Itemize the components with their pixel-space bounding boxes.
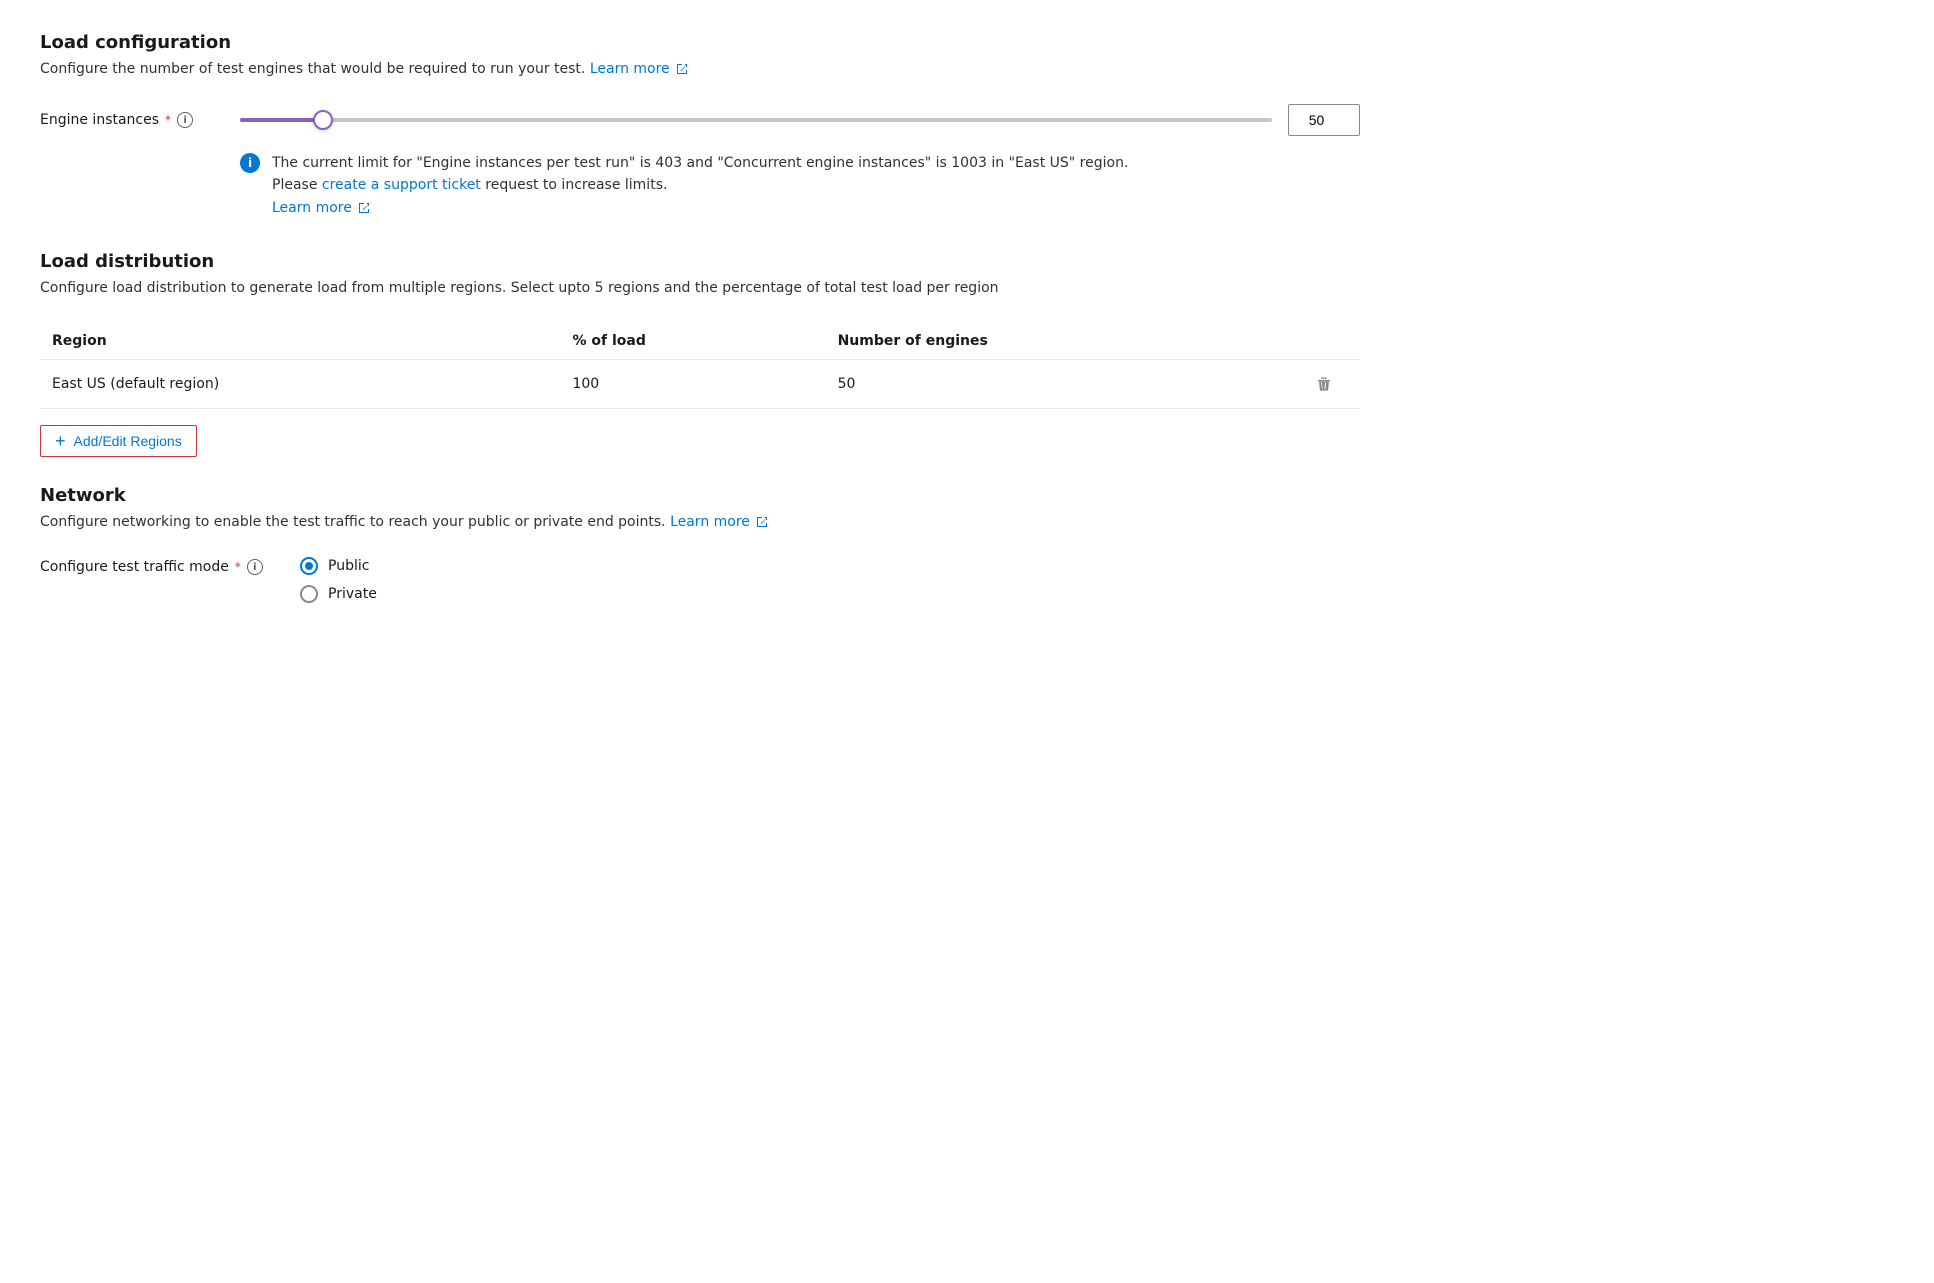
radio-private-circle xyxy=(300,585,318,603)
load-configuration-section: Load configuration Configure the number … xyxy=(40,32,1360,219)
traffic-mode-label: Configure test traffic mode * i xyxy=(40,557,280,575)
traffic-mode-info-icon[interactable]: i xyxy=(247,559,263,575)
load-dist-description: Configure load distribution to generate … xyxy=(40,278,1360,299)
info-external-link-icon xyxy=(358,202,370,214)
add-edit-regions-label: Add/Edit Regions xyxy=(74,433,182,449)
load-config-learn-more-link[interactable]: Learn more xyxy=(590,61,688,77)
table-row: East US (default region) 100 50 xyxy=(40,360,1360,409)
load-distribution-section: Load distribution Configure load distrib… xyxy=(40,251,1360,485)
network-title: Network xyxy=(40,485,1360,506)
plus-icon: + xyxy=(55,432,66,450)
external-link-icon xyxy=(676,63,688,75)
engine-instances-label: Engine instances * i xyxy=(40,112,220,128)
radio-public-dot xyxy=(305,562,313,570)
engine-instances-slider-wrapper[interactable] xyxy=(240,110,1272,130)
distribution-table: Region % of load Number of engines East … xyxy=(40,323,1360,409)
delete-row-button[interactable] xyxy=(1312,372,1336,396)
slider-track xyxy=(240,118,1272,122)
delete-icon xyxy=(1316,376,1332,392)
row-engines: 50 xyxy=(826,360,1300,409)
col-region: Region xyxy=(40,323,560,360)
network-description: Configure networking to enable the test … xyxy=(40,512,1360,533)
info-learn-more-link[interactable]: Learn more xyxy=(272,200,370,216)
traffic-mode-required-star: * xyxy=(235,560,241,574)
col-num-engines: Number of engines xyxy=(826,323,1300,360)
radio-private-label: Private xyxy=(328,586,377,602)
radio-public-circle xyxy=(300,557,318,575)
info-box-icon: i xyxy=(240,153,260,173)
load-config-description: Configure the number of test engines tha… xyxy=(40,59,1360,80)
distribution-table-header-row: Region % of load Number of engines xyxy=(40,323,1360,360)
col-actions xyxy=(1300,323,1360,360)
required-star: * xyxy=(165,113,171,127)
slider-thumb[interactable] xyxy=(313,110,333,130)
distribution-table-head: Region % of load Number of engines xyxy=(40,323,1360,360)
distribution-table-body: East US (default region) 100 50 xyxy=(40,360,1360,409)
load-dist-title: Load distribution xyxy=(40,251,1360,272)
radio-public-option[interactable]: Public xyxy=(300,557,377,575)
row-region: East US (default region) xyxy=(40,360,560,409)
add-edit-regions-button[interactable]: + Add/Edit Regions xyxy=(40,425,197,457)
col-load-percent: % of load xyxy=(560,323,825,360)
row-load-percent: 100 xyxy=(560,360,825,409)
radio-public-label: Public xyxy=(328,558,369,574)
engine-instances-input[interactable] xyxy=(1288,104,1360,136)
network-external-link-icon xyxy=(756,516,768,528)
engine-instances-info-box: i The current limit for "Engine instance… xyxy=(240,152,1140,219)
network-traffic-mode-row: Configure test traffic mode * i Public P… xyxy=(40,557,1360,603)
traffic-mode-radio-group: Public Private xyxy=(300,557,377,603)
create-support-ticket-link[interactable]: create a support ticket xyxy=(322,177,481,193)
engine-instances-slider-container xyxy=(240,104,1360,136)
slider-fill xyxy=(240,118,323,122)
load-config-title: Load configuration xyxy=(40,32,1360,53)
info-box-text: The current limit for "Engine instances … xyxy=(272,152,1140,219)
engine-instances-row: Engine instances * i xyxy=(40,104,1360,136)
network-section: Network Configure networking to enable t… xyxy=(40,485,1360,603)
radio-private-option[interactable]: Private xyxy=(300,585,377,603)
network-learn-more-link[interactable]: Learn more xyxy=(670,514,768,530)
engine-instances-info-icon[interactable]: i xyxy=(177,112,193,128)
row-delete-cell xyxy=(1300,360,1360,409)
